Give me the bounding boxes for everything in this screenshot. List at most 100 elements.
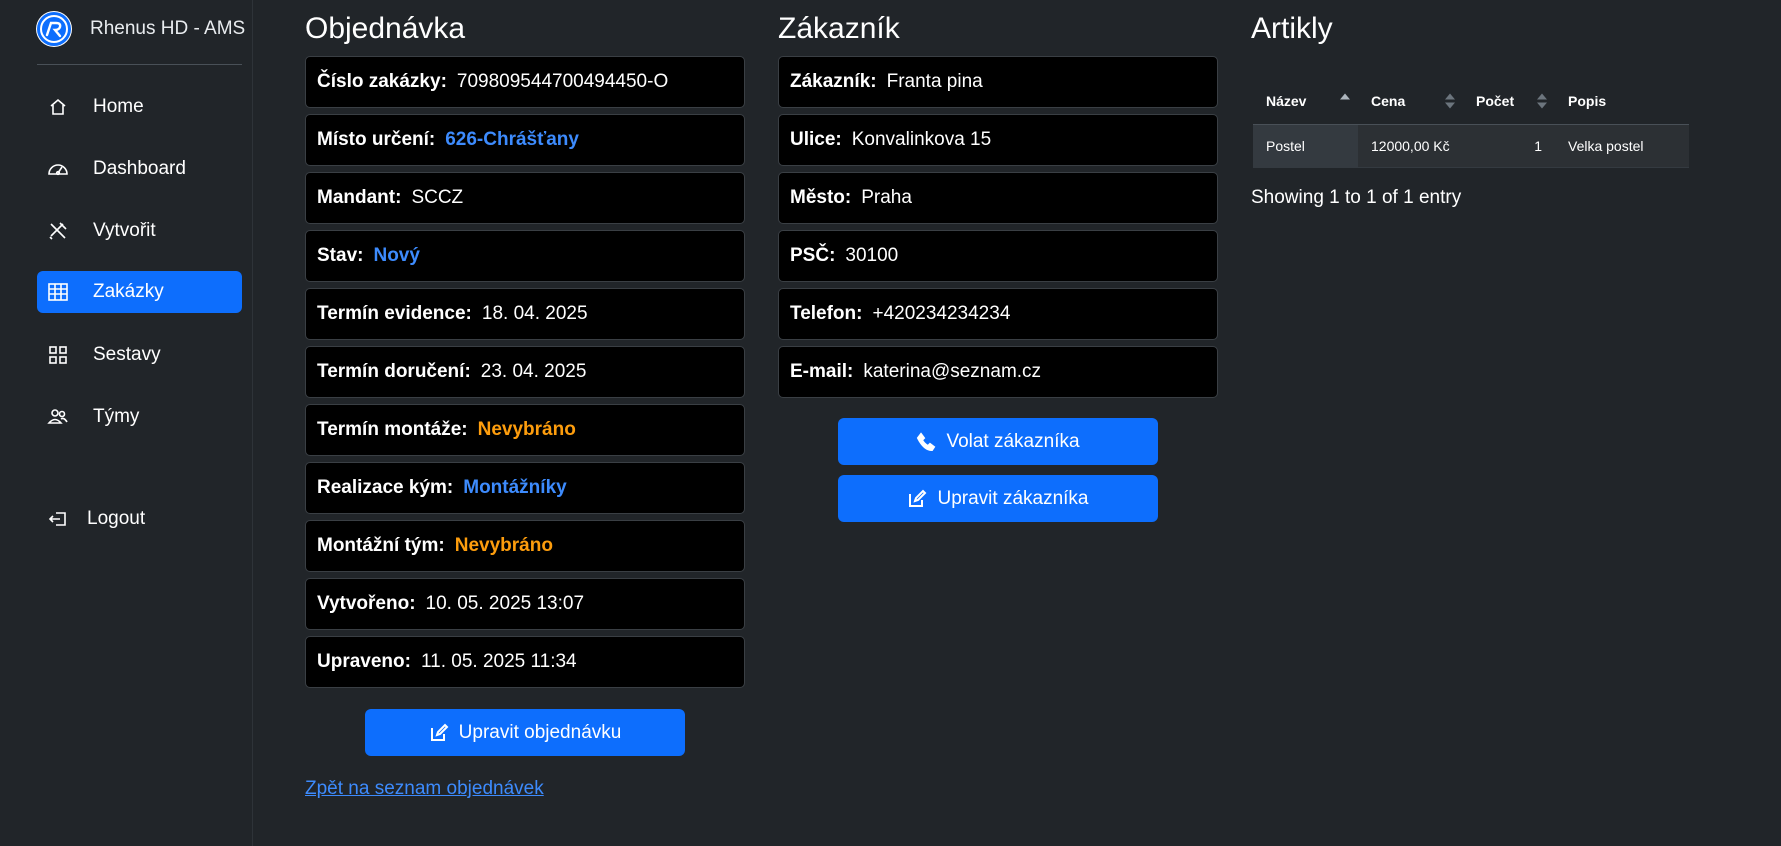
table-info: Showing 1 to 1 of 1 entry [1251,187,1462,208]
info-field-label: Termín montáže: [317,419,468,440]
info-field-label: Montážní tým: [317,535,445,556]
info-field-value: SCCZ [411,187,464,208]
info-field-label: E-mail: [790,361,854,382]
grid-icon [47,344,69,366]
table-cell-cena: 12000,00 Kč [1358,124,1463,168]
sidebar-item-label: Vytvořit [93,220,156,241]
info-field-value: 23. 04. 2025 [480,361,587,382]
sidebar-item-label: Týmy [93,406,140,427]
info-field: E-mail: katerina@seznam.cz [778,346,1218,398]
people-icon [47,406,69,428]
sidebar-item-label: Dashboard [93,158,186,179]
sidebar-item-dashboard[interactable]: Dashboard [37,148,242,190]
column-header-nazev[interactable]: Název [1253,78,1358,125]
info-field: Ulice: Konvalinkova 15 [778,114,1218,166]
info-field-value: Praha [861,187,912,208]
info-field-label: Telefon: [790,303,863,324]
edit-customer-button[interactable]: Upravit zákazníka [838,475,1158,522]
info-field-label: Ulice: [790,129,842,150]
call-customer-button[interactable]: Volat zákazníka [838,418,1158,465]
info-field-label: Město: [790,187,852,208]
info-field-label: Číslo zakázky: [317,71,447,92]
info-field: Termín doručení: 23. 04. 2025 [305,346,745,398]
pencil-square-icon [909,489,927,507]
sort-icon [1445,93,1455,109]
speedometer-icon [47,158,69,180]
info-field-value: 11. 05. 2025 11:34 [420,651,577,672]
info-field: Montážní tým: Nevybráno [305,520,745,572]
table-cell-pocet: 1 [1463,124,1555,168]
info-field: Realizace kým: Montážníky [305,462,745,514]
info-field-value: Nevybráno [477,419,576,440]
info-field-label: Termín evidence: [317,303,472,324]
info-field-label: Mandant: [317,187,402,208]
table-icon [47,281,69,303]
table-row[interactable]: Postel 12000,00 Kč 1 Velka postel [1253,124,1689,168]
info-field: Telefon: +420234234234 [778,288,1218,340]
info-field-value: +420234234234 [872,303,1011,324]
logout-button[interactable]: Logout [37,498,242,540]
info-field: Místo určení: 626-Chrášťany [305,114,745,166]
customer-heading: Zákazník [778,12,900,45]
articles-heading: Artikly [1251,12,1333,45]
info-field-label: Místo určení: [317,129,436,150]
sort-asc-icon [1340,93,1350,108]
info-field-value: Nevybráno [454,535,553,556]
info-field-value: 18. 04. 2025 [481,303,588,324]
column-header-popis: Popis [1555,78,1689,125]
info-field: Číslo zakázky: 709809544700494450-O [305,56,745,108]
info-field: Stav: Nový [305,230,745,282]
call-customer-label: Volat zákazníka [946,430,1080,452]
info-field-label: Vytvořeno: [317,593,416,614]
sidebar-item-home[interactable]: Home [37,86,242,128]
info-field-label: Stav: [317,245,364,266]
info-field-value: 30100 [845,245,899,266]
info-field-value: Nový [373,245,420,266]
info-field: PSČ: 30100 [778,230,1218,282]
sidebar-item-label: Sestavy [93,344,161,365]
tools-icon [47,220,69,242]
articles-table: Název Cena Počet Popis Postel 12000,00 K… [1253,78,1689,168]
info-field-label: PSČ: [790,245,836,266]
info-field: Termín montáže: Nevybráno [305,404,745,456]
info-field-value: 10. 05. 2025 13:07 [425,593,585,614]
sort-icon [1537,93,1547,109]
info-field: Vytvořeno: 10. 05. 2025 13:07 [305,578,745,630]
info-field: Termín evidence: 18. 04. 2025 [305,288,745,340]
pencil-square-icon [430,723,449,741]
column-header-label: Počet [1476,92,1515,109]
edit-customer-label: Upravit zákazníka [937,487,1089,509]
column-header-label: Název [1266,92,1307,109]
app-title: Rhenus HD - AMS [90,18,246,39]
info-field-label: Termín doručení: [317,361,471,382]
telephone-icon [917,431,936,451]
brand[interactable]: Rhenus HD - AMS [36,11,245,47]
info-field-value: 709809544700494450-O [456,71,669,92]
info-field-value: Konvalinkova 15 [851,129,992,150]
info-field-label: Upraveno: [317,651,411,672]
sidebar-item-tymy[interactable]: Týmy [37,396,242,438]
info-field-label: Realizace kým: [317,477,454,498]
column-header-cena[interactable]: Cena [1358,78,1463,125]
info-field-value: Franta pina [886,71,983,92]
info-field-value: Montážníky [463,477,567,498]
sidebar-divider [37,64,242,65]
sidebar-item-vytvorit[interactable]: Vytvořit [37,210,242,252]
rhenus-logo-icon [36,11,72,47]
edit-order-button[interactable]: Upravit objednávku [365,709,685,756]
sidebar-item-zakazky[interactable]: Zakázky [37,271,242,313]
info-field-label: Zákazník: [790,71,877,92]
box-arrow-left-icon [47,508,69,530]
table-header-row: Název Cena Počet Popis [1253,78,1689,125]
info-field: Zákazník: Franta pina [778,56,1218,108]
sidebar-item-sestavy[interactable]: Sestavy [37,334,242,376]
logout-label: Logout [87,508,146,529]
table-cell-popis: Velka postel [1555,124,1689,168]
info-field: Město: Praha [778,172,1218,224]
back-to-orders-link[interactable]: Zpět na seznam objednávek [305,778,544,800]
order-heading: Objednávka [305,12,466,45]
column-header-pocet[interactable]: Počet [1463,78,1555,125]
sidebar: Rhenus HD - AMS Home Dashboard Vytvořit … [0,0,253,846]
home-icon [47,96,69,118]
column-header-label: Popis [1568,92,1607,109]
